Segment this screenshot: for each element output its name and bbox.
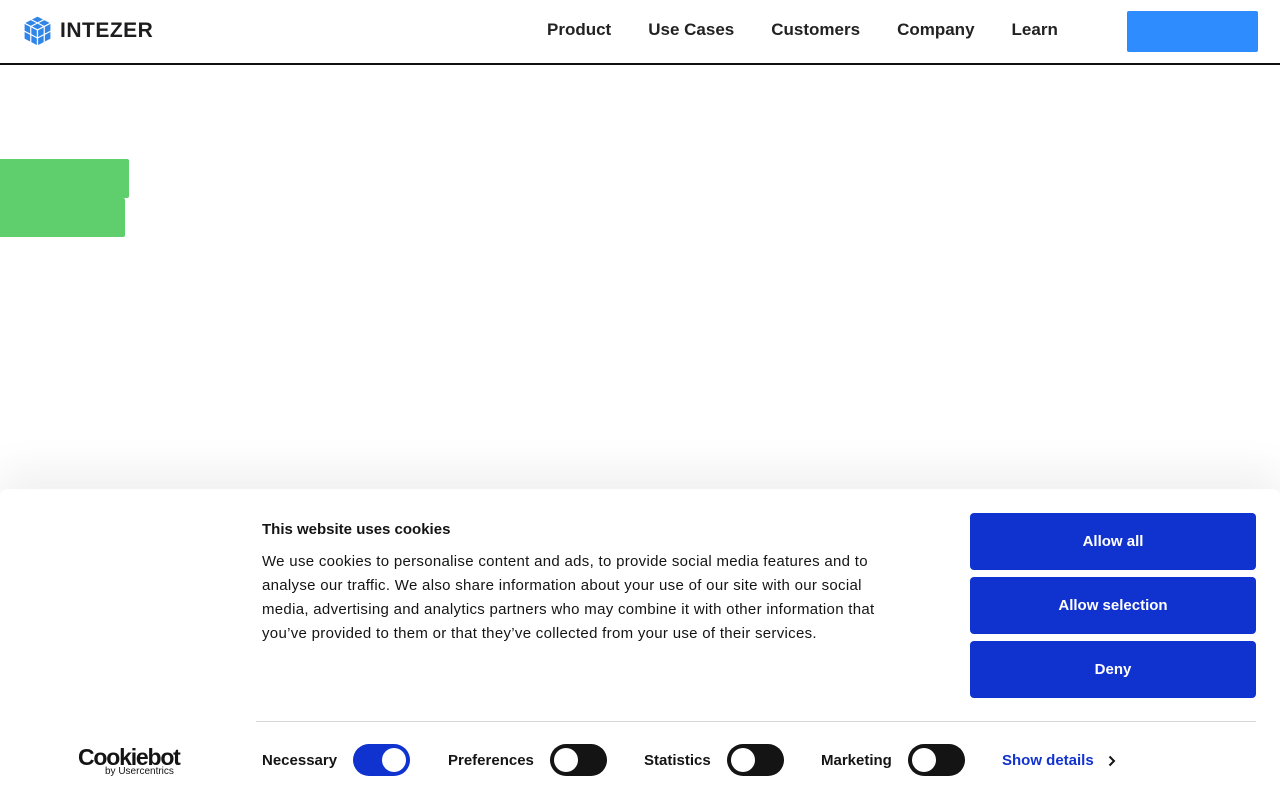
statistics-toggle[interactable] <box>727 744 784 776</box>
necessary-toggle[interactable] <box>353 744 410 776</box>
toggle-label-marketing: Marketing <box>821 752 892 769</box>
preferences-toggle[interactable] <box>550 744 607 776</box>
allow-all-button[interactable]: Allow all <box>970 513 1256 570</box>
cookie-banner-body: We use cookies to personalise content an… <box>262 553 875 642</box>
main-nav: Product Use Cases Customers Company Lear… <box>547 19 1058 41</box>
toggle-knob <box>912 748 936 772</box>
chevron-right-icon <box>1108 755 1116 766</box>
cookie-banner-title: This website uses cookies <box>262 521 451 538</box>
show-details-link[interactable]: Show details <box>1002 752 1116 769</box>
nav-item-product[interactable]: Product <box>547 19 611 41</box>
site-header: INTEZER Product Use Cases Customers Comp… <box>0 0 1280 65</box>
cube-logo-icon <box>22 15 53 47</box>
nav-item-use-cases[interactable]: Use Cases <box>648 19 734 41</box>
cookie-consent-banner: This website uses cookies We use cookies… <box>0 489 1280 800</box>
hero-green-block-bottom <box>0 198 125 237</box>
toggle-label-necessary: Necessary <box>262 752 338 769</box>
intezer-logo[interactable]: INTEZER <box>22 15 153 47</box>
toggle-knob <box>382 748 406 772</box>
nav-item-learn[interactable]: Learn <box>1012 19 1058 41</box>
toggle-knob <box>731 748 755 772</box>
allow-selection-button[interactable]: Allow selection <box>970 577 1256 634</box>
brand-name: INTEZER <box>60 19 154 42</box>
toggle-label-preferences: Preferences <box>448 752 534 769</box>
cookiebot-logo[interactable]: Cookiebot by Usercentrics <box>78 745 188 777</box>
show-details-label: Show details <box>1002 752 1094 769</box>
banner-divider <box>256 721 1256 722</box>
deny-button[interactable]: Deny <box>970 641 1256 698</box>
header-cta-button[interactable] <box>1127 11 1258 52</box>
nav-item-customers[interactable]: Customers <box>771 19 860 41</box>
marketing-toggle[interactable] <box>908 744 965 776</box>
hero-green-block-top <box>0 159 129 198</box>
nav-item-company[interactable]: Company <box>897 19 974 41</box>
toggle-knob <box>554 748 578 772</box>
toggle-label-statistics: Statistics <box>644 752 711 769</box>
